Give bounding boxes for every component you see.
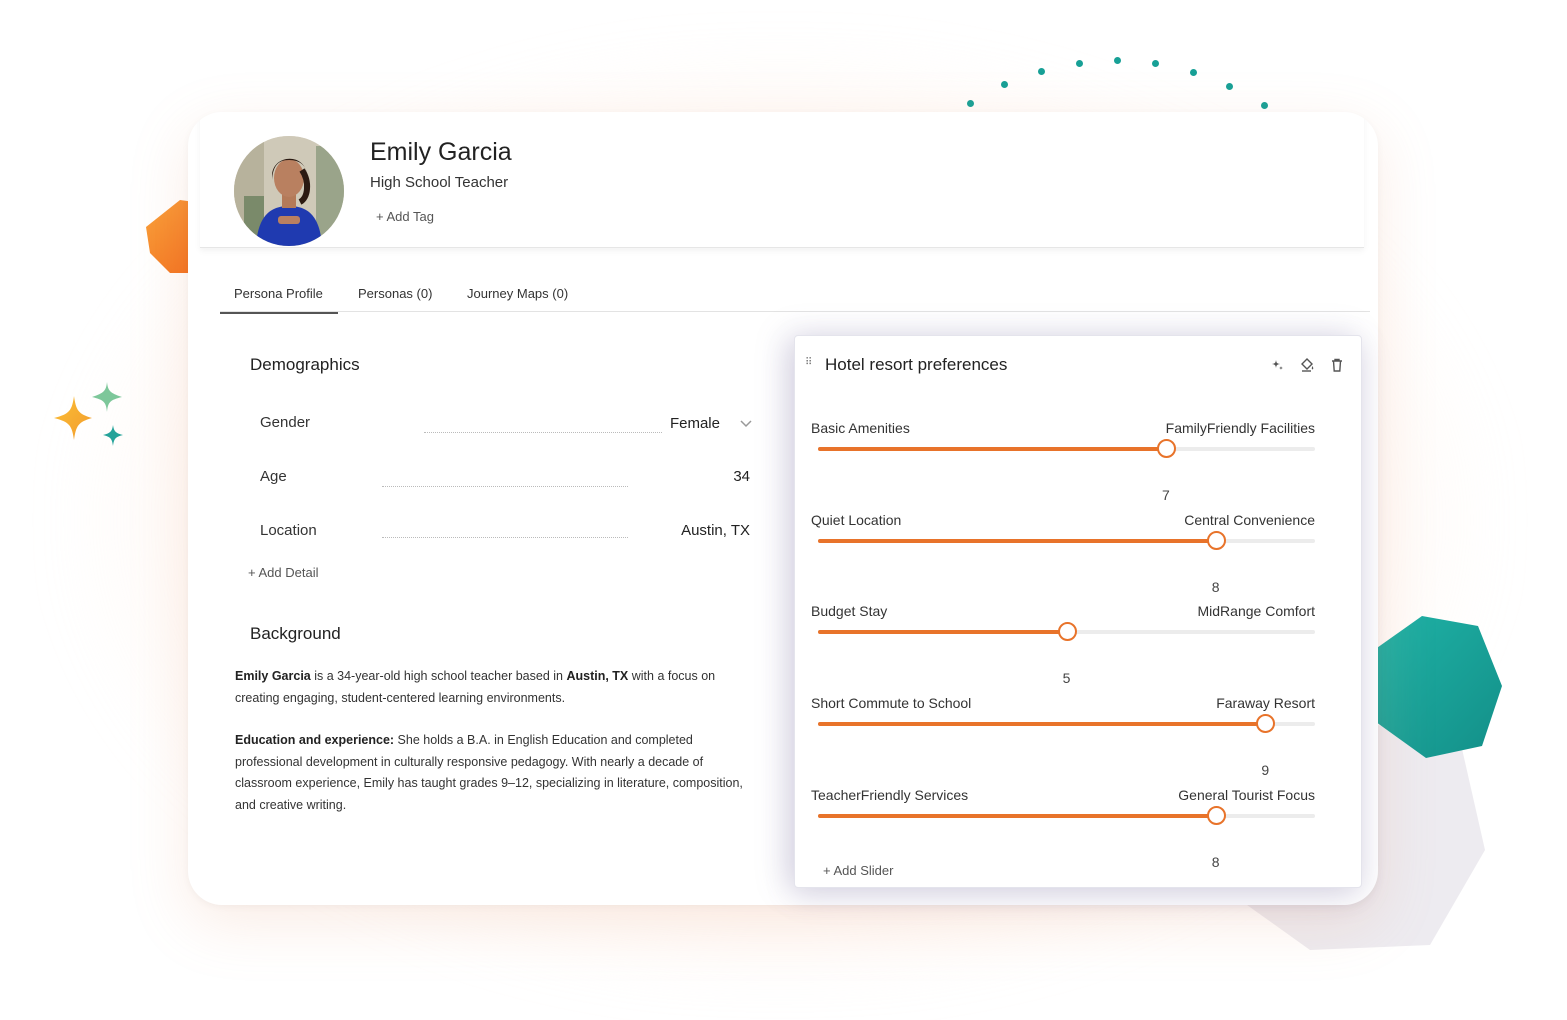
bg-text-1: is a 34-year-old high school teacher bas…	[310, 669, 567, 683]
trash-icon[interactable]	[1329, 357, 1345, 373]
gender-line	[424, 432, 662, 433]
slider-value: 5	[1062, 670, 1071, 686]
slider-left-label: Basic Amenities	[811, 420, 910, 436]
slider-track[interactable]: 8	[818, 806, 1315, 870]
slider-fill	[818, 630, 1067, 634]
slider-fill	[818, 539, 1216, 543]
slider-right-label: General Tourist Focus	[1178, 787, 1315, 803]
bg-city: Austin, TX	[566, 669, 629, 683]
age-label: Age	[260, 468, 287, 485]
add-slider-button[interactable]: + Add Slider	[823, 863, 893, 878]
sparkle-icon[interactable]	[1269, 357, 1285, 373]
paint-bucket-icon[interactable]	[1299, 357, 1315, 373]
slider-handle[interactable]	[1156, 439, 1176, 458]
location-line	[382, 537, 628, 538]
slider-track[interactable]: 5	[818, 622, 1315, 686]
preference-slider[interactable]: Budget Stay MidRange Comfort 5	[811, 603, 1316, 686]
slider-right-label: Faraway Resort	[1216, 695, 1315, 711]
persona-name: Emily Garcia	[370, 138, 512, 166]
persona-role: High School Teacher	[370, 174, 509, 191]
preference-slider[interactable]: Basic Amenities FamilyFriendly Facilities…	[811, 420, 1315, 503]
panel-title: Hotel resort preferences	[825, 355, 1008, 374]
slider-handle[interactable]	[1057, 622, 1077, 641]
slider-value: 8	[1211, 579, 1220, 595]
slider-track[interactable]: 8	[818, 531, 1315, 595]
slider-fill	[818, 814, 1216, 818]
gender-select[interactable]: Female	[628, 415, 720, 432]
slider-left-label: Quiet Location	[811, 512, 902, 528]
slider-right-label: FamilyFriendly Facilities	[1165, 420, 1315, 436]
slider-left-label: TeacherFriendly Services	[811, 787, 969, 803]
chevron-down-icon[interactable]	[740, 420, 752, 428]
tab-bar: Persona Profile Personas (0) Journey Map…	[220, 278, 1370, 314]
bg-heading: Education and experience:	[235, 733, 395, 747]
slider-fill	[818, 722, 1266, 726]
profile-header: Emily Garcia High School Teacher + Add T…	[200, 112, 1364, 248]
slider-handle[interactable]	[1206, 806, 1226, 825]
add-detail-button[interactable]: + Add Detail	[248, 565, 318, 580]
demographics-title: Demographics	[250, 355, 360, 374]
hotel-preferences-panel: ⠿ Hotel resort preferences Basic Ameniti…	[794, 335, 1362, 888]
preference-slider[interactable]: Short Commute to School Faraway Resort 9	[811, 695, 1315, 778]
slider-value: 8	[1211, 854, 1220, 870]
slider-left-label: Budget Stay	[811, 603, 888, 619]
slider-left-label: Short Commute to School	[811, 695, 972, 711]
teal-blob-decoration	[1374, 616, 1502, 758]
preference-slider[interactable]: TeacherFriendly Services General Tourist …	[811, 787, 1315, 870]
age-line	[382, 486, 628, 487]
slider-value: 7	[1161, 487, 1170, 503]
slider-value: 9	[1261, 762, 1270, 778]
slider-handle[interactable]	[1206, 531, 1226, 550]
slider-fill	[818, 447, 1166, 451]
slider-track[interactable]: 9	[818, 714, 1315, 778]
location-value[interactable]: Austin, TX	[630, 522, 750, 539]
slider-track[interactable]: 7	[818, 439, 1315, 503]
drag-handle-icon[interactable]: ⠿	[805, 358, 812, 368]
preference-slider[interactable]: Quiet Location Central Convenience 8	[811, 512, 1315, 595]
background-paragraph-2: Education and experience: She holds a B.…	[235, 730, 755, 816]
background-title: Background	[250, 624, 341, 643]
bg-name: Emily Garcia	[235, 669, 311, 683]
avatar	[234, 136, 344, 246]
slider-right-label: Central Convenience	[1184, 512, 1315, 528]
gender-label: Gender	[260, 414, 311, 431]
location-label: Location	[260, 522, 317, 539]
tab-personas[interactable]: Personas (0)	[358, 286, 432, 301]
tab-journey-maps[interactable]: Journey Maps (0)	[467, 286, 568, 301]
age-value[interactable]: 34	[650, 468, 750, 485]
add-tag-button[interactable]: + Add Tag	[376, 209, 434, 224]
slider-handle[interactable]	[1256, 714, 1276, 733]
background-paragraph-1: Emily Garcia is a 34-year-old high schoo…	[235, 666, 755, 709]
slider-right-label: MidRange Comfort	[1197, 603, 1316, 619]
sparkle-decoration	[54, 382, 123, 446]
tab-persona-profile[interactable]: Persona Profile	[220, 286, 338, 314]
